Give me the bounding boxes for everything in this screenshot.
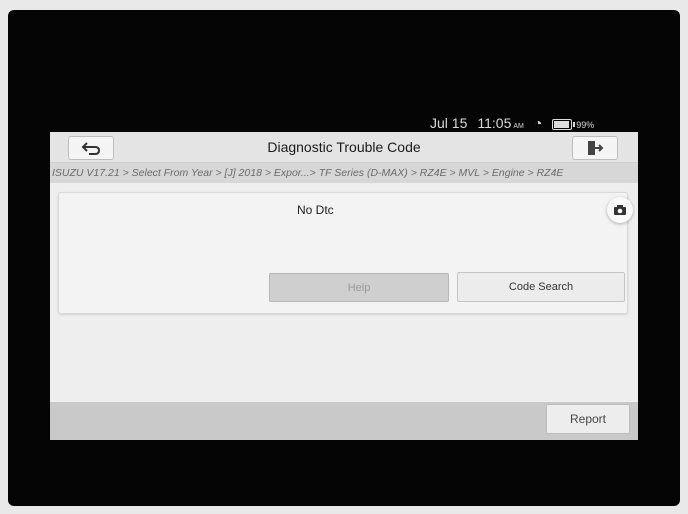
dtc-result-panel: No Dtc Help Code Search xyxy=(58,192,633,314)
status-ampm: AM xyxy=(513,123,524,130)
title-bar: Diagnostic Trouble Code xyxy=(50,132,638,163)
app-screen: Diagnostic Trouble Code ISUZU V17.21 > S… xyxy=(50,132,638,440)
screenshot-button[interactable] xyxy=(607,197,633,223)
status-date: Jul 15 xyxy=(430,115,468,131)
wifi-icon: ◔ xyxy=(533,115,543,131)
report-button[interactable]: Report xyxy=(546,404,630,434)
camera-icon xyxy=(614,205,626,215)
status-bar: Jul 15 11:05 AM ◔ 99% xyxy=(430,112,630,134)
battery-percent: 99% xyxy=(576,120,595,130)
exit-button[interactable] xyxy=(572,136,618,160)
status-time: 11:05 AM xyxy=(477,115,524,131)
help-button[interactable]: Help xyxy=(269,273,449,302)
exit-icon xyxy=(588,141,604,155)
breadcrumb: ISUZU V17.21 > Select From Year > [J] 20… xyxy=(50,163,638,183)
battery-status: 99% xyxy=(552,115,594,131)
page-title: Diagnostic Trouble Code xyxy=(267,139,421,155)
no-dtc-message: No Dtc xyxy=(297,203,334,217)
footer-bar: Report xyxy=(50,402,638,440)
battery-icon xyxy=(552,118,576,130)
code-search-button[interactable]: Code Search xyxy=(457,272,625,302)
